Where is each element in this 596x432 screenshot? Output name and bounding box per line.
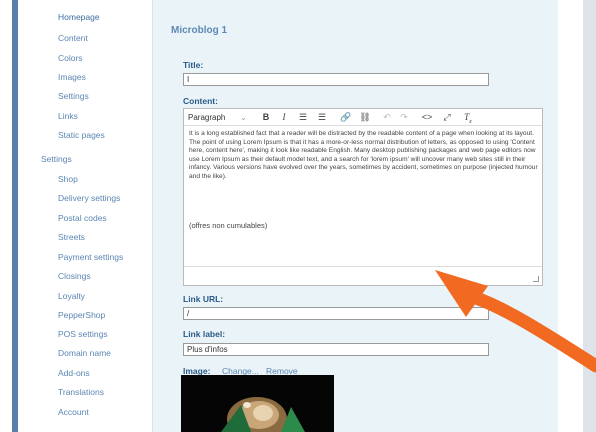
sidebar-item-streets[interactable]: Streets: [58, 232, 85, 242]
sidebar-item-loyalty[interactable]: Loyalty: [58, 291, 85, 301]
sidebar-nav: Homepage Content Colors Images Settings …: [18, 0, 152, 432]
rich-text-editor[interactable]: Paragraph ⌄ B I ☰ ☰ 🔗 ⛓ ↶ ↷ <> ⤢ Tx It i…: [183, 108, 543, 286]
numbered-list-icon[interactable]: ☰: [296, 111, 310, 124]
bullet-list-icon[interactable]: ☰: [315, 111, 329, 124]
clear-format-icon[interactable]: Tx: [461, 111, 475, 125]
undo-icon[interactable]: ↶: [381, 111, 393, 124]
source-code-icon[interactable]: <>: [420, 111, 434, 124]
sidebar-item-payment-settings[interactable]: Payment settings: [58, 252, 123, 262]
title-input[interactable]: I: [183, 73, 489, 86]
page-title: Microblog 1: [171, 25, 228, 36]
sidebar-item-shop[interactable]: Shop: [58, 174, 78, 184]
italic-icon[interactable]: I: [278, 111, 290, 124]
sidebar-item-delivery-settings[interactable]: Delivery settings: [58, 193, 120, 203]
resize-handle-icon[interactable]: [533, 276, 539, 282]
sidebar-item-postal-codes[interactable]: Postal codes: [58, 213, 107, 223]
content-label: Content:: [183, 96, 218, 106]
sidebar-item-account[interactable]: Account: [58, 407, 89, 417]
thumbnail-picture: [181, 375, 334, 432]
sidebar-item-translations[interactable]: Translations: [58, 387, 104, 397]
sidebar-item-homepage[interactable]: Homepage: [58, 12, 100, 22]
sidebar-item-colors[interactable]: Colors: [58, 53, 83, 63]
format-select-value: Paragraph: [188, 113, 226, 122]
sidebar-item-settings[interactable]: Settings: [58, 91, 89, 101]
redo-icon[interactable]: ↷: [398, 111, 410, 124]
image-thumbnail: [181, 375, 334, 432]
link-label-label: Link label:: [183, 329, 226, 339]
sidebar-item-links[interactable]: Links: [58, 111, 78, 121]
sidebar-item-images[interactable]: Images: [58, 72, 86, 82]
editor-note-text[interactable]: (offres non cumulables): [189, 221, 267, 230]
editor-toolbar: Paragraph ⌄ B I ☰ ☰ 🔗 ⛓ ↶ ↷ <> ⤢ Tx: [184, 109, 542, 126]
sidebar-section-settings[interactable]: Settings: [41, 154, 72, 164]
sidebar-item-static-pages[interactable]: Static pages: [58, 130, 105, 140]
link-label-input[interactable]: Plus d'infos: [183, 343, 489, 356]
title-label: Title:: [183, 60, 204, 70]
sidebar-item-domain-name[interactable]: Domain name: [58, 348, 111, 358]
unlink-icon[interactable]: ⛓: [358, 111, 372, 124]
bold-icon[interactable]: B: [260, 111, 272, 124]
fullscreen-icon[interactable]: ⤢: [440, 111, 454, 124]
app-window: Homepage Content Colors Images Settings …: [0, 0, 596, 432]
sidebar-item-content[interactable]: Content: [58, 33, 88, 43]
editor-statusbar: [184, 266, 542, 285]
right-scroll-edge: [583, 0, 596, 432]
sidebar-item-closings[interactable]: Closings: [58, 271, 91, 281]
editor-body-text[interactable]: It is a long established fact that a rea…: [189, 130, 539, 182]
link-url-label: Link URL:: [183, 294, 224, 304]
link-icon[interactable]: 🔗: [339, 111, 353, 124]
sidebar-item-add-ons[interactable]: Add-ons: [58, 368, 90, 378]
sidebar-item-peppershop[interactable]: PepperShop: [58, 310, 105, 320]
link-url-input[interactable]: /: [183, 307, 489, 320]
chevron-down-icon: ⌄: [240, 113, 247, 122]
main-panel: Microblog 1 Title: I Content: Paragraph …: [152, 0, 558, 432]
format-select[interactable]: Paragraph ⌄: [188, 111, 250, 124]
sidebar-item-pos-settings[interactable]: POS settings: [58, 329, 108, 339]
